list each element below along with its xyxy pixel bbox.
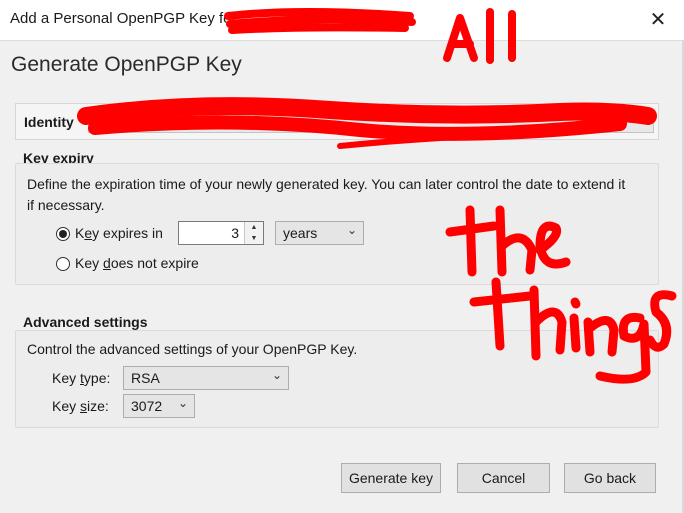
expiry-unit-select[interactable]: years ⌄ xyxy=(275,221,364,245)
identity-label: Identity xyxy=(24,114,74,130)
generate-key-button[interactable]: Generate key xyxy=(341,463,441,493)
no-expire-label-part1: Key xyxy=(75,255,104,271)
expires-radio-label[interactable]: Key expires in xyxy=(75,225,163,241)
expires-label-part2: y expires in xyxy=(92,225,163,241)
advanced-settings-description: Control the advanced settings of your Op… xyxy=(27,341,358,357)
window-title: Add a Personal OpenPGP Key for xyxy=(10,10,237,27)
expires-number-input[interactable]: 3 ▲ ▼ xyxy=(178,221,264,245)
expiry-unit-value: years xyxy=(283,225,318,241)
expires-radio[interactable] xyxy=(56,227,70,241)
key-type-label-part2: ype: xyxy=(83,370,111,386)
key-size-select[interactable]: 3072 ⌄ xyxy=(123,394,195,418)
number-spinner[interactable]: ▲ ▼ xyxy=(244,222,263,244)
no-expire-radio[interactable] xyxy=(56,257,70,271)
key-type-select[interactable]: RSA ⌄ xyxy=(123,366,289,390)
key-size-value: 3072 xyxy=(131,398,163,414)
key-size-label-part1: Key xyxy=(52,398,81,414)
spin-down-icon[interactable]: ▼ xyxy=(245,233,263,244)
identity-row: Identity xyxy=(15,103,659,140)
no-expire-radio-label[interactable]: Key does not expire xyxy=(75,255,199,271)
expires-label-accesskey: e xyxy=(84,225,93,241)
identity-select[interactable] xyxy=(88,111,654,133)
chevron-down-icon: ⌄ xyxy=(177,396,188,410)
key-expiry-description: Define the expiration time of your newly… xyxy=(27,176,626,213)
expires-number-value: 3 xyxy=(231,225,239,241)
key-type-value: RSA xyxy=(131,370,160,386)
advanced-settings-title: Advanced settings xyxy=(23,314,148,330)
no-expire-label-part2: oes not expire xyxy=(110,255,199,271)
go-back-button[interactable]: Go back xyxy=(564,463,656,493)
expires-label-part1: K xyxy=(75,225,85,241)
title-bar: Add a Personal OpenPGP Key for ✕ xyxy=(0,0,684,41)
chevron-down-icon: ⌄ xyxy=(346,223,357,237)
no-expire-label-accesskey: d xyxy=(103,255,111,271)
chevron-down-icon: ⌄ xyxy=(271,368,282,382)
dialog-heading: Generate OpenPGP Key xyxy=(11,53,242,76)
cancel-button[interactable]: Cancel xyxy=(457,463,550,493)
key-size-label: Key size: xyxy=(52,398,109,414)
spin-up-icon[interactable]: ▲ xyxy=(245,222,263,233)
key-type-label: Key type: xyxy=(52,370,110,386)
key-size-label-accesskey: s xyxy=(80,398,88,414)
key-size-label-part2: ize: xyxy=(87,398,109,414)
close-button[interactable]: ✕ xyxy=(646,8,670,32)
key-type-label-part1: Key xyxy=(52,370,81,386)
